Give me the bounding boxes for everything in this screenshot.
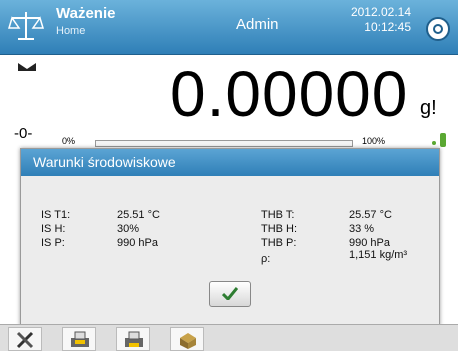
database-button[interactable] — [170, 327, 204, 351]
thb-h-value: 33 % — [349, 223, 375, 235]
print-header-button[interactable] — [62, 327, 96, 351]
thb-p-label: THB P: — [261, 237, 297, 249]
ok-button[interactable] — [209, 281, 251, 307]
tools-button[interactable] — [8, 327, 42, 351]
print-footer-button[interactable] — [116, 327, 150, 351]
dialog-title: Warunki środowiskowe — [21, 149, 439, 176]
bottom-toolbar — [0, 324, 458, 351]
thb-t-label: THB T: — [261, 209, 295, 221]
weight-unit[interactable]: g! — [420, 97, 437, 120]
balance-scale-icon[interactable] — [8, 10, 44, 42]
thb-h-label: THB H: — [261, 223, 298, 235]
date-text: 2012.02.14 — [350, 5, 411, 19]
is-t1-label: IS T1: — [41, 209, 71, 221]
is-p-label: IS P: — [41, 237, 65, 249]
time-text: 10:12:45 — [364, 20, 411, 34]
level-indicator-icon — [432, 133, 446, 147]
is-h-label: IS H: — [41, 223, 66, 235]
app-subtitle: Home — [56, 25, 86, 37]
is-p-value: 990 hPa — [117, 237, 158, 249]
is-h-value: 30% — [117, 223, 140, 235]
checkmark-icon — [222, 287, 238, 300]
is-t1-value: 25.51 °C — [117, 209, 160, 221]
range-max-label: 100% — [362, 136, 386, 146]
menu-button-icon[interactable] — [426, 17, 450, 41]
thb-p-value: 990 hPa — [349, 237, 390, 249]
weight-value: 0.00000 — [170, 58, 409, 130]
range-min-label: 0% — [62, 136, 76, 146]
printer-header-icon — [71, 331, 89, 347]
density-label: ρ: — [261, 253, 271, 265]
header-bar: Ważenie Home Admin 2012.02.14 10:12:45 — [0, 0, 458, 55]
environment-conditions-dialog: Warunki środowiskowe IS T1: 25.51 °C IS … — [20, 148, 440, 326]
datetime: 2012.02.14 10:12:45 — [351, 5, 411, 35]
app-title: Ważenie — [56, 5, 116, 22]
tools-icon — [16, 331, 34, 349]
stability-indicator-icon — [18, 63, 36, 71]
zero-indicator: -0- — [14, 125, 33, 142]
weight-display: 0.00000 g! -0- 0% 100% — [0, 55, 458, 150]
thb-t-value: 25.57 °C — [349, 209, 392, 221]
weighing-range-bar — [95, 140, 353, 147]
user-name[interactable]: Admin — [236, 16, 279, 33]
density-value: 1,151 kg/m³ — [349, 249, 408, 261]
printer-footer-icon — [125, 331, 143, 347]
database-icon — [180, 333, 196, 349]
